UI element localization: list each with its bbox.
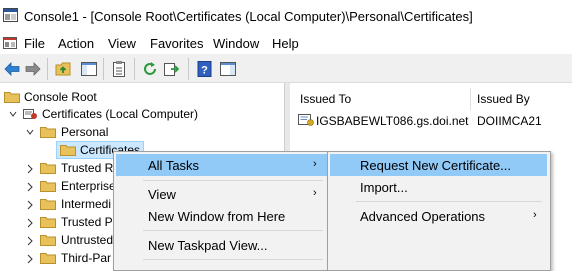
tree-item-console-root[interactable]: Console Root <box>24 88 97 106</box>
tree-item-third-party[interactable]: Third-Par <box>61 249 111 267</box>
back-arrow-icon[interactable] <box>3 60 21 78</box>
folder-icon <box>40 163 56 174</box>
refresh-icon[interactable] <box>141 60 159 78</box>
show-hide-tree-icon[interactable] <box>80 60 98 78</box>
tree-item-intermediate[interactable]: Intermedi <box>61 195 111 213</box>
tree-item-trusted-root[interactable]: Trusted R <box>61 159 113 177</box>
folder-icon <box>40 127 56 138</box>
submenu-arrow-icon: › <box>313 158 317 170</box>
toolbar-separator <box>103 58 104 80</box>
menu-separator <box>356 201 542 202</box>
folder-icon <box>60 145 76 156</box>
collapse-chevron-icon[interactable] <box>26 127 34 137</box>
forward-arrow-icon[interactable] <box>24 60 42 78</box>
menu-item-import[interactable]: Import... <box>360 180 408 195</box>
menu-action[interactable]: Action <box>58 36 94 51</box>
folder-icon <box>40 217 56 228</box>
help-icon[interactable]: ? <box>196 60 214 78</box>
folder-icon <box>40 181 56 192</box>
collapse-chevron-icon[interactable] <box>9 109 17 119</box>
system-menu-icon[interactable] <box>3 37 17 49</box>
show-hide-action-pane-icon[interactable] <box>219 60 237 78</box>
column-header-issued-by[interactable]: Issued By <box>477 88 530 110</box>
toolbar-separator <box>188 58 189 80</box>
mmc-app-icon <box>3 8 18 22</box>
menu-item-advanced-operations[interactable]: Advanced Operations <box>360 209 485 224</box>
window-title: Console1 - [Console Root\Certificates (L… <box>24 9 473 24</box>
menu-view[interactable]: View <box>108 36 136 51</box>
menu-file[interactable]: File <box>24 36 45 51</box>
toolbar-separator <box>134 58 135 80</box>
cert-issued-by[interactable]: DOIIMCA21 <box>477 112 542 130</box>
menu-separator <box>143 180 323 181</box>
menu-item-new-window[interactable]: New Window from Here <box>148 209 285 224</box>
menu-help[interactable]: Help <box>272 36 299 51</box>
tree-item-trusted-publishers[interactable]: Trusted Pu <box>61 213 119 231</box>
menu-item-request-new-certificate[interactable]: Request New Certificate... <box>360 158 511 173</box>
column-header-issued-to[interactable]: Issued To <box>300 88 351 110</box>
menu-separator <box>143 259 323 260</box>
folder-icon <box>40 199 56 210</box>
tree-item-personal[interactable]: Personal <box>61 123 108 141</box>
toolbar-separator <box>47 58 48 80</box>
properties-icon[interactable] <box>110 60 128 78</box>
menu-item-view[interactable]: View <box>148 187 176 202</box>
certificate-icon <box>298 114 314 126</box>
submenu-arrow-icon: › <box>313 187 317 199</box>
expand-chevron-icon[interactable] <box>26 235 34 246</box>
column-separator[interactable] <box>470 88 471 110</box>
cert-issued-to[interactable]: IGSBABEWLT086.gs.doi.net <box>316 112 469 130</box>
menu-item-all-tasks[interactable]: All Tasks <box>148 158 199 173</box>
expand-chevron-icon[interactable] <box>26 181 34 192</box>
expand-chevron-icon[interactable] <box>26 199 34 210</box>
svg-text:?: ? <box>201 65 208 77</box>
submenu-arrow-icon: › <box>533 209 537 221</box>
menu-favorites[interactable]: Favorites <box>150 36 203 51</box>
menu-separator <box>143 230 323 231</box>
folder-icon <box>40 253 56 264</box>
folder-icon <box>4 92 20 103</box>
certificate-store-icon <box>23 109 37 119</box>
expand-chevron-icon[interactable] <box>26 217 34 228</box>
folder-icon <box>40 235 56 246</box>
tree-item-untrusted[interactable]: Untrusted <box>61 231 113 249</box>
menu-item-new-taskpad[interactable]: New Taskpad View... <box>148 238 267 253</box>
title-bar: Console1 - [Console Root\Certificates (L… <box>0 0 572 32</box>
expand-chevron-icon[interactable] <box>26 253 34 264</box>
expand-chevron-icon[interactable] <box>26 163 34 174</box>
menu-window[interactable]: Window <box>213 36 259 51</box>
tree-item-enterprise[interactable]: Enterprise <box>61 177 116 195</box>
up-folder-icon[interactable] <box>55 60 73 78</box>
tree-item-certificates-local-computer[interactable]: Certificates (Local Computer) <box>42 105 198 123</box>
export-list-icon[interactable] <box>163 60 181 78</box>
